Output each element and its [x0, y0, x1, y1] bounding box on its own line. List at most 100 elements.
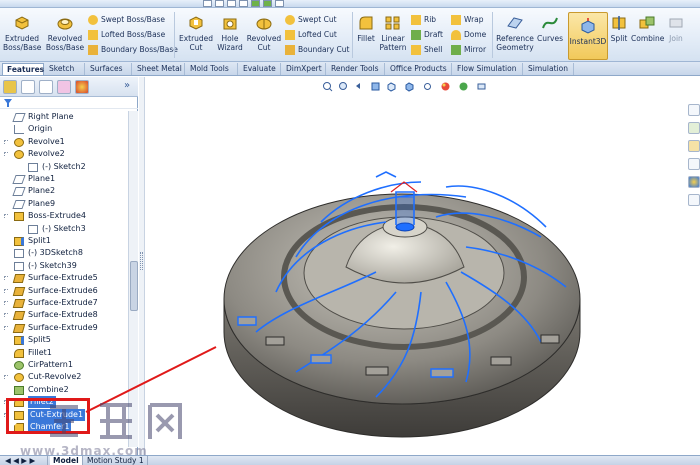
expand-toggle-icon[interactable] [4, 288, 8, 293]
expand-toggle-icon[interactable] [4, 325, 8, 330]
scrollbar-thumb[interactable] [130, 261, 138, 311]
fillet-button[interactable]: Fillet [355, 14, 377, 43]
boundary-boss-icon [88, 45, 98, 55]
appearances-icon[interactable] [688, 176, 700, 188]
shell-button[interactable]: Shell [411, 44, 442, 56]
split-button[interactable]: Split [610, 14, 628, 43]
extruded-boss-icon [15, 16, 29, 30]
property-manager-tab-icon[interactable] [21, 80, 35, 94]
print-icon[interactable] [239, 0, 248, 7]
wrap-button[interactable]: Wrap [451, 14, 484, 26]
instant3d-button[interactable]: Instant3D [568, 12, 608, 60]
tab-sketch[interactable]: Sketch [45, 63, 85, 75]
save-icon[interactable] [227, 0, 236, 7]
panel-expand-chevron-icon[interactable]: » [124, 80, 130, 91]
options-icon[interactable] [275, 0, 284, 7]
draft-button[interactable]: Draft [411, 29, 443, 41]
combine-button[interactable]: Combine [631, 14, 664, 43]
join-button[interactable]: Join [665, 14, 687, 43]
expand-toggle-icon[interactable] [4, 301, 8, 305]
instant3d-icon [581, 18, 595, 34]
revolved-cut-button[interactable]: Revolved Cut [246, 14, 282, 52]
previous-view-icon[interactable] [354, 81, 365, 92]
apply-scene-icon[interactable] [458, 81, 469, 92]
boundary-cut-icon [285, 45, 295, 55]
lofted-boss-button[interactable]: Lofted Boss/Base [88, 29, 165, 41]
tab-mold-tools[interactable]: Mold Tools [186, 63, 238, 75]
expand-toggle-icon[interactable] [4, 152, 8, 157]
task-pane [686, 100, 700, 210]
tab-office-products[interactable]: Office Products [386, 63, 452, 75]
surface-feature-icon [12, 299, 26, 308]
tab-simulation[interactable]: Simulation [524, 63, 574, 75]
tab-surfaces[interactable]: Surfaces [86, 63, 132, 75]
swept-boss-button[interactable]: Swept Boss/Base [88, 14, 165, 26]
sketch-feature-icon [28, 162, 38, 172]
dimxpert-manager-tab-icon[interactable] [57, 80, 71, 94]
configuration-manager-tab-icon[interactable] [39, 80, 53, 94]
graphics-viewport[interactable] [85, 77, 686, 457]
expand-toggle-icon[interactable] [4, 276, 8, 281]
view-palette-icon[interactable] [688, 158, 700, 170]
view-settings-icon[interactable] [476, 81, 487, 92]
expand-toggle-icon[interactable] [4, 375, 8, 380]
lofted-cut-button[interactable]: Lofted Cut [285, 29, 337, 41]
ribbon-separator [492, 12, 493, 58]
reference-geometry-button[interactable]: Reference Geometry [495, 14, 535, 52]
curves-button[interactable]: Curves [536, 14, 564, 43]
shell-icon [411, 45, 421, 55]
revolved-boss-button[interactable]: Revolved Boss/Base [44, 14, 86, 52]
edit-appearance-icon[interactable] [440, 81, 451, 92]
tab-sheet-metal[interactable]: Sheet Metal [133, 63, 185, 75]
lofted-cut-icon [285, 30, 295, 40]
splitter-grip-icon[interactable] [140, 252, 143, 270]
custom-properties-icon[interactable] [688, 194, 700, 206]
extruded-boss-button[interactable]: Extruded Boss/Base [3, 14, 41, 52]
curves-icon [542, 17, 558, 29]
hide-show-items-icon[interactable] [422, 81, 433, 92]
hole-wizard-button[interactable]: Hole Wizard [214, 14, 246, 52]
tree-item-label: Plane9 [28, 198, 56, 208]
tab-render-tools[interactable]: Render Tools [327, 63, 385, 75]
boundary-boss-button[interactable]: Boundary Boss/Base [88, 44, 178, 56]
display-manager-tab-icon[interactable] [75, 80, 89, 94]
sketch-feature-icon [14, 261, 24, 271]
impeller-model[interactable] [146, 77, 686, 457]
boundary-cut-button[interactable]: Boundary Cut [285, 44, 349, 56]
tree-item-label: (-) Sketch3 [42, 223, 86, 233]
plane-feature-icon [12, 199, 26, 209]
mirror-button[interactable]: Mirror [451, 44, 486, 56]
undo-icon[interactable] [263, 0, 272, 7]
tab-features[interactable]: Features [2, 63, 44, 75]
rebuild-icon[interactable] [251, 0, 260, 7]
split-icon [612, 16, 626, 30]
linear-pattern-button[interactable]: Linear Pattern [378, 14, 408, 52]
section-view-icon[interactable] [370, 81, 381, 92]
design-library-icon[interactable] [688, 122, 700, 134]
solidworks-resources-icon[interactable] [688, 104, 700, 116]
expand-toggle-icon[interactable] [4, 139, 8, 144]
tree-item-label: Plane2 [28, 186, 56, 196]
revolve-feature-icon [14, 150, 24, 160]
zoom-to-area-icon[interactable] [338, 81, 349, 92]
revolved-cut-icon [256, 18, 272, 30]
dome-button[interactable]: Dome [451, 29, 486, 41]
file-explorer-icon[interactable] [688, 140, 700, 152]
tree-item-label: (-) Sketch39 [28, 260, 77, 270]
tree-item-label: Surface-Extrude9 [28, 322, 98, 332]
view-orientation-icon[interactable] [386, 81, 397, 92]
expand-toggle-icon[interactable] [4, 214, 8, 219]
new-doc-icon[interactable] [203, 0, 212, 7]
tab-evaluate[interactable]: Evaluate [239, 63, 281, 75]
feature-manager-tab-icon[interactable] [3, 80, 17, 94]
zoom-to-fit-icon[interactable] [322, 81, 333, 92]
tab-flow-simulation[interactable]: Flow Simulation [453, 63, 523, 75]
tab-dimxpert[interactable]: DimXpert [282, 63, 326, 75]
extruded-cut-button[interactable]: Extruded Cut [177, 14, 215, 52]
filter-icon[interactable] [3, 98, 13, 108]
swept-cut-button[interactable]: Swept Cut [285, 14, 337, 26]
open-icon[interactable] [215, 0, 224, 7]
rib-button[interactable]: Rib [411, 14, 436, 26]
display-style-icon[interactable] [404, 81, 415, 92]
expand-toggle-icon[interactable] [4, 313, 8, 318]
